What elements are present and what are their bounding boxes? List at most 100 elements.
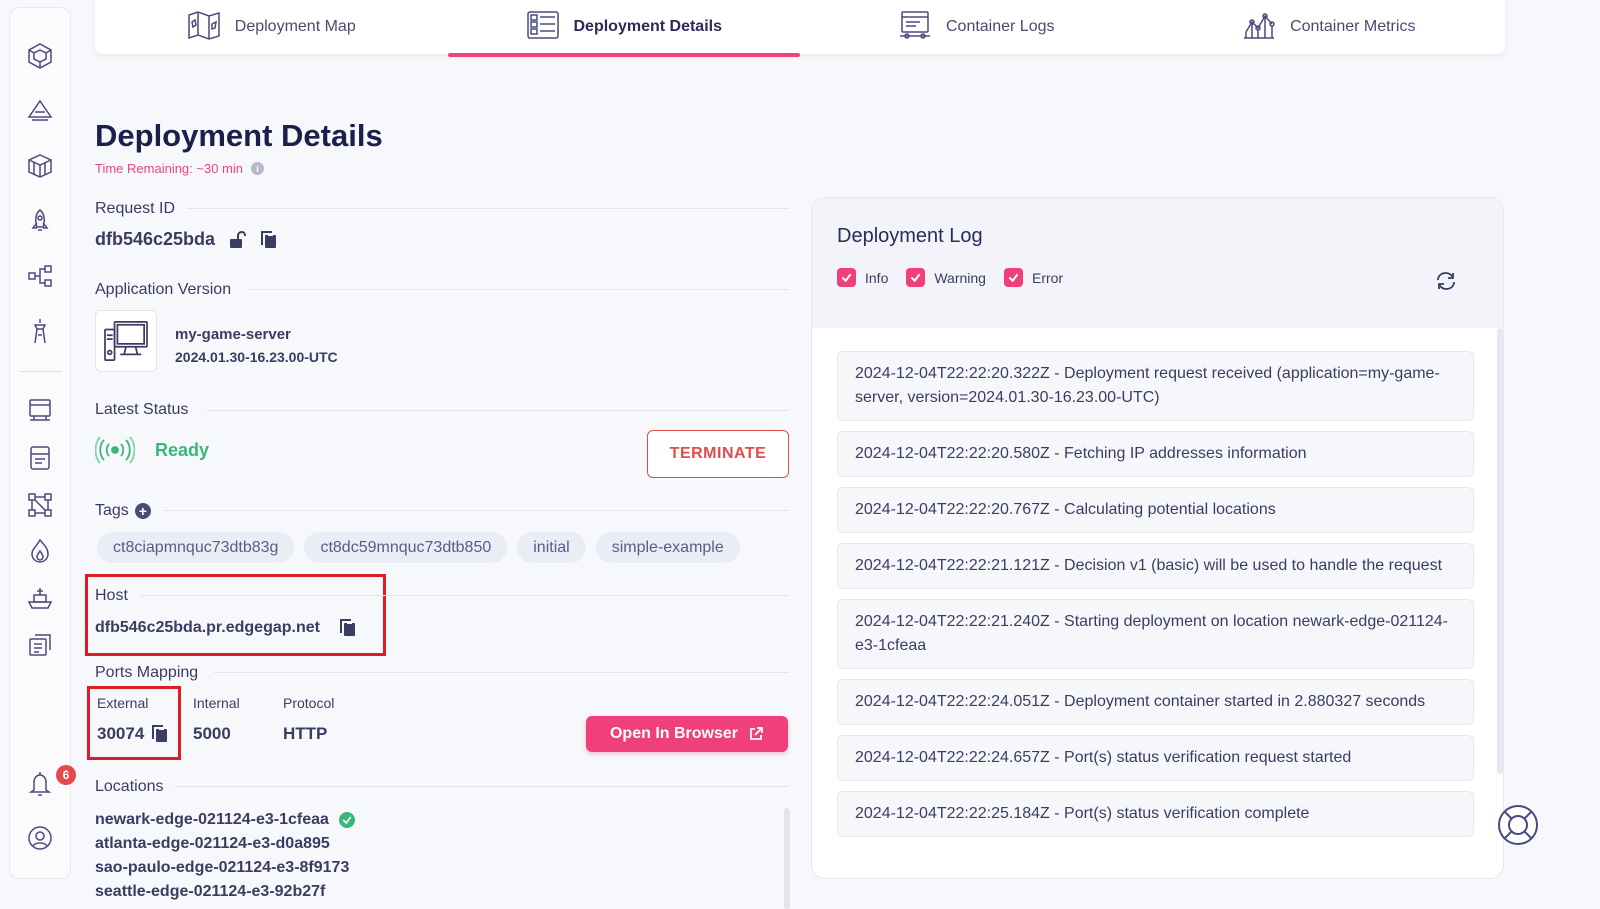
protocol-header: Protocol xyxy=(283,695,335,711)
ship-icon[interactable] xyxy=(26,584,54,612)
rocket-icon[interactable] xyxy=(26,207,54,235)
location-list: newark-edge-021124-e3-1cfeaa atlanta-edg… xyxy=(95,808,355,904)
tag-chip[interactable]: ct8ciapmnquc73dtb83g xyxy=(97,532,295,563)
container-icon[interactable] xyxy=(26,396,54,424)
log-scrollbar[interactable] xyxy=(1497,328,1503,774)
divider xyxy=(164,510,789,511)
tab-deployment-map[interactable]: Deployment Map xyxy=(95,0,448,54)
tab-container-metrics[interactable]: Container Metrics xyxy=(1153,0,1506,54)
documents-icon[interactable] xyxy=(26,631,54,659)
host: dfb546c25bda.pr.edgegap.net xyxy=(95,618,358,638)
checkbox-checked-icon[interactable] xyxy=(906,268,926,287)
copy-icon[interactable] xyxy=(259,230,279,250)
nodes-connect-icon[interactable] xyxy=(26,491,54,519)
divider xyxy=(214,672,789,673)
sidebar-divider xyxy=(20,371,62,372)
broadcast-signal-icon xyxy=(95,436,135,464)
details-list-icon xyxy=(526,10,560,45)
tags-label: Tags xyxy=(95,502,129,519)
checkbox-checked-icon[interactable] xyxy=(837,268,856,287)
registry-box-icon[interactable] xyxy=(26,444,54,472)
log-filters: Info Warning Error xyxy=(837,268,1063,287)
time-remaining: Time Remaining: ~30 min i xyxy=(95,161,264,176)
external-port: 30074 xyxy=(97,724,170,744)
divider xyxy=(140,595,789,596)
external-header: External xyxy=(97,695,149,711)
cube-grid-icon[interactable] xyxy=(26,152,54,180)
copy-icon[interactable] xyxy=(338,618,358,638)
info-icon[interactable]: i xyxy=(251,162,264,175)
time-remaining-text: Time Remaining: ~30 min xyxy=(95,161,243,176)
refresh-icon[interactable] xyxy=(1434,269,1458,293)
log-entry: 2024-12-04T22:22:24.051Z - Deployment co… xyxy=(837,679,1474,725)
logs-icon xyxy=(898,10,932,45)
request-id-label: Request ID xyxy=(95,200,176,217)
app-version: 2024.01.30-16.23.00-UTC xyxy=(175,349,338,365)
tag-chip[interactable]: ct8dc59mnquc73dtb850 xyxy=(304,532,508,563)
log-entry-list: 2024-12-04T22:22:20.322Z - Deployment re… xyxy=(837,351,1474,847)
external-link-icon xyxy=(750,727,763,740)
location-item: sao-paulo-edge-021124-e3-8f9173 xyxy=(95,856,355,880)
lifebuoy-help-icon[interactable] xyxy=(1496,803,1540,847)
add-tag-icon[interactable]: + xyxy=(134,503,151,519)
location-item: atlanta-edge-021124-e3-d0a895 xyxy=(95,832,355,856)
tab-container-logs[interactable]: Container Logs xyxy=(800,0,1153,54)
internal-header: Internal xyxy=(193,695,240,711)
check-circle-icon xyxy=(338,812,355,828)
tag-chip[interactable]: initial xyxy=(517,532,586,563)
filter-info[interactable]: Info xyxy=(837,268,888,287)
log-entry: 2024-12-04T22:22:21.121Z - Decision v1 (… xyxy=(837,543,1474,589)
location-name: sao-paulo-edge-021124-e3-8f9173 xyxy=(95,859,350,876)
log-entry: 2024-12-04T22:22:20.322Z - Deployment re… xyxy=(837,351,1474,421)
app-version-label: Application Version xyxy=(95,281,232,298)
location-name: newark-edge-021124-e3-1cfeaa xyxy=(95,811,329,828)
log-header: Deployment Log Info Warning Error xyxy=(812,198,1503,328)
terminate-button[interactable]: TERMINATE xyxy=(647,430,789,478)
deployment-log-panel: Deployment Log Info Warning Error 2024-1… xyxy=(811,197,1504,879)
external-port-value: 30074 xyxy=(97,724,145,743)
filter-label: Info xyxy=(865,269,889,286)
unlock-icon[interactable] xyxy=(227,230,247,250)
notification-bell-icon[interactable] xyxy=(26,770,54,798)
log-entry: 2024-12-04T22:22:20.580Z - Fetching IP a… xyxy=(837,431,1474,477)
notification-badge: 6 xyxy=(56,765,76,785)
status-value: Ready xyxy=(155,439,210,460)
filter-warning[interactable]: Warning xyxy=(906,268,986,287)
status-indicator: Ready xyxy=(95,436,209,464)
log-entry: 2024-12-04T22:22:20.767Z - Calculating p… xyxy=(837,487,1474,533)
map-icon xyxy=(187,10,221,45)
ports-mapping-label: Ports Mapping xyxy=(95,664,199,681)
filter-label: Warning xyxy=(934,269,986,286)
locations-scrollbar[interactable] xyxy=(784,808,790,909)
checkbox-checked-icon[interactable] xyxy=(1003,268,1023,287)
tab-deployment-details[interactable]: Deployment Details xyxy=(447,0,801,57)
filter-error[interactable]: Error xyxy=(1003,268,1064,287)
tags-header: Tags + xyxy=(95,502,151,520)
internal-port-value: 5000 xyxy=(193,724,231,743)
log-entry: 2024-12-04T22:22:24.657Z - Port(s) statu… xyxy=(837,735,1474,781)
layers-icon[interactable] xyxy=(26,97,54,125)
antenna-tower-icon[interactable] xyxy=(26,317,54,345)
hexagon-logo-icon[interactable] xyxy=(26,42,54,70)
filter-label: Error xyxy=(1031,269,1064,286)
metrics-chart-icon xyxy=(1242,10,1276,45)
location-item: newark-edge-021124-e3-1cfeaa xyxy=(95,808,355,832)
network-tree-icon[interactable] xyxy=(26,262,54,290)
tab-label: Deployment Details xyxy=(573,18,722,35)
user-avatar-icon[interactable] xyxy=(26,824,54,852)
divider xyxy=(206,410,789,411)
computer-icon xyxy=(104,321,148,361)
app-name: my-game-server xyxy=(175,326,291,343)
open-in-browser-label: Open In Browser xyxy=(609,725,739,742)
flame-icon[interactable] xyxy=(26,537,54,565)
copy-icon[interactable] xyxy=(150,724,170,744)
divider xyxy=(187,208,789,209)
location-name: atlanta-edge-021124-e3-d0a895 xyxy=(95,835,330,852)
open-in-browser-button[interactable]: Open In Browser xyxy=(586,716,788,752)
protocol-value: HTTP xyxy=(283,724,328,743)
page-title: Deployment Details xyxy=(95,118,383,153)
log-title: Deployment Log xyxy=(837,225,983,247)
sidebar: 6 xyxy=(9,7,76,879)
tag-chip[interactable]: simple-example xyxy=(595,532,740,563)
tab-label: Deployment Map xyxy=(234,18,356,35)
